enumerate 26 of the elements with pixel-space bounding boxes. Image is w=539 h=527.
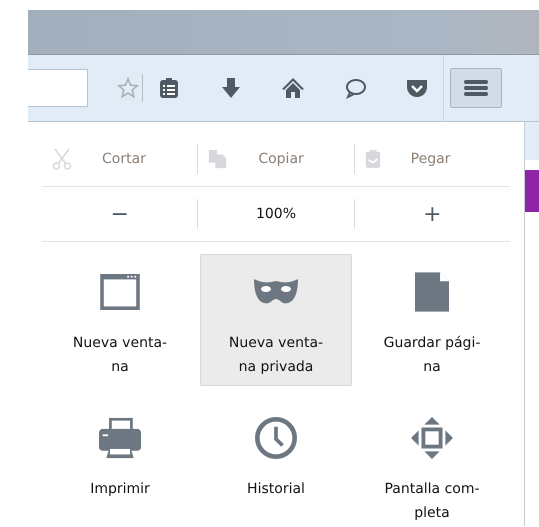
speech-bubble-icon: [344, 77, 366, 99]
fullscreen-icon: [411, 417, 453, 459]
printer-icon: [99, 417, 141, 459]
list-clipboard-icon: [159, 77, 179, 99]
document-icon: [415, 272, 449, 312]
star-icon: [117, 77, 139, 99]
home-icon: [282, 77, 304, 99]
zoom-out-button[interactable]: −: [42, 194, 198, 234]
pocket-icon: [406, 77, 428, 99]
clock-menu-item[interactable]: Historial: [200, 400, 352, 527]
page-menu-item[interactable]: Guardar pági- na: [356, 254, 508, 386]
clock-icon: [255, 417, 297, 459]
menu-button[interactable]: [450, 68, 502, 108]
download-arrow-icon: [220, 77, 242, 99]
window-menu-item[interactable]: Nueva venta- na: [44, 254, 196, 386]
printer-menu-item[interactable]: Imprimir: [44, 400, 196, 527]
address-field[interactable]: [28, 69, 88, 107]
copy-icon: [208, 149, 228, 169]
clipboard-icon: [364, 149, 381, 169]
menu-icon: [463, 77, 489, 99]
zoom-in-button[interactable]: +: [354, 194, 510, 234]
mask-menu-item[interactable]: Nueva venta- na privada: [200, 254, 352, 386]
window-icon: [100, 274, 140, 310]
scissors-icon: [52, 148, 72, 170]
fullscreen-menu-item[interactable]: Pantalla com- pleta: [356, 400, 508, 527]
zoom-reset-button[interactable]: 100%: [198, 194, 354, 234]
